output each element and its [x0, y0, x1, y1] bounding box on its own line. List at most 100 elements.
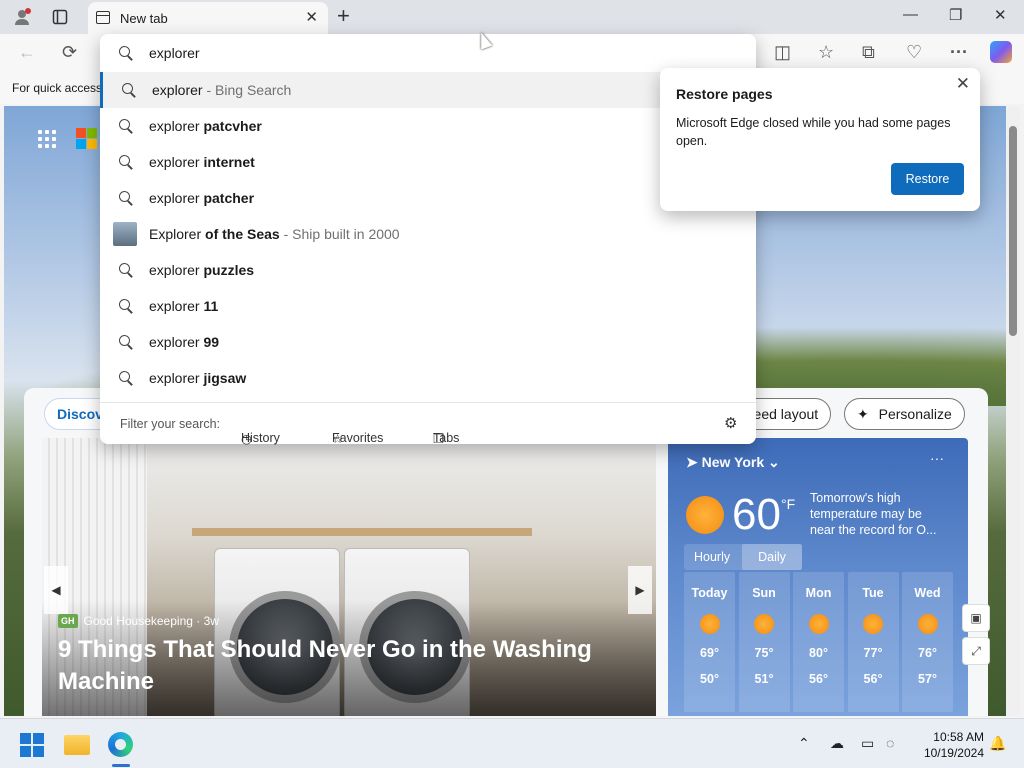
- restore-message: Microsoft Edge closed while you had some…: [676, 116, 951, 148]
- close-window-button[interactable]: ✕: [994, 6, 1007, 24]
- split-screen-icon[interactable]: ◫: [774, 42, 791, 63]
- filter-favorites-label: Favorites: [332, 431, 384, 445]
- suggestion-item[interactable]: explorer patcvher: [100, 108, 756, 144]
- weather-more-icon[interactable]: ···: [930, 450, 944, 466]
- temperature-unit[interactable]: °F: [781, 496, 795, 512]
- tab-hourly[interactable]: Hourly: [694, 550, 730, 564]
- day-name: Mon: [805, 586, 832, 600]
- search-filter-bar: Filter your search: ◷ History ☆ Favorite…: [100, 402, 756, 446]
- weather-city: New York: [701, 454, 765, 470]
- sunny-icon: [699, 614, 720, 634]
- carousel-prev-button[interactable]: ◀: [44, 566, 68, 614]
- suggestion-prefix: explorer: [149, 298, 204, 314]
- suggestion-prefix: explorer: [149, 334, 204, 350]
- tab-title: New tab: [120, 11, 168, 26]
- day-high: 77°: [863, 646, 883, 660]
- weather-alert[interactable]: Tomorrow's high temperature may be near …: [810, 490, 950, 538]
- sunny-icon: [754, 614, 774, 634]
- suggestion-prefix: Explorer: [149, 226, 206, 242]
- refresh-button[interactable]: ⟳: [62, 42, 77, 63]
- network-icon[interactable]: ▭: [861, 735, 874, 752]
- suggestion-prefix: explorer: [149, 190, 204, 206]
- suggestion-completion: 11: [203, 298, 219, 314]
- day-low: 51°: [754, 672, 774, 686]
- wallpaper-icon[interactable]: ▣: [962, 604, 990, 632]
- start-button[interactable]: [20, 733, 44, 757]
- suggestion-completion: 99: [203, 334, 220, 350]
- suggestion-item[interactable]: Explorer of the Seas - Ship built in 200…: [100, 216, 756, 252]
- volume-icon[interactable]: ◌: [886, 735, 894, 751]
- current-temperature: 60: [732, 490, 781, 539]
- suggestion-item[interactable]: explorer 11: [100, 288, 756, 324]
- sunny-icon: [808, 614, 829, 634]
- minimize-button[interactable]: —: [903, 6, 918, 23]
- onedrive-icon[interactable]: ☁: [830, 735, 844, 752]
- day-low: 56°: [809, 672, 828, 686]
- gear-icon[interactable]: ⚙: [724, 414, 737, 432]
- tab-new-tab[interactable]: New tab ✕: [88, 2, 328, 34]
- tab-daily[interactable]: Daily: [742, 544, 802, 570]
- forecast-day[interactable]: Sun 75° 51°: [738, 572, 790, 712]
- new-tab-button[interactable]: +: [337, 3, 350, 29]
- suggestion-completion: patcher: [203, 190, 255, 206]
- app-launcher-icon[interactable]: [38, 130, 58, 150]
- scrollbar-thumb[interactable]: [1009, 126, 1017, 336]
- restore-title: Restore pages: [676, 86, 773, 102]
- suggestion-item[interactable]: explorer internet: [100, 144, 756, 180]
- suggestion-item[interactable]: explorer - Bing Search: [100, 72, 756, 108]
- suggestion-item[interactable]: explorer 99: [100, 324, 756, 360]
- personalize-button[interactable]: ✦ Personalize: [844, 398, 965, 430]
- suggestion-text: explorer patcher: [149, 190, 254, 206]
- restore-button[interactable]: Restore: [891, 163, 964, 195]
- location-arrow-icon: ➤: [686, 454, 698, 470]
- suggestion-item[interactable]: explorer puzzles: [100, 252, 756, 288]
- restore-window-button[interactable]: ❐: [949, 6, 962, 24]
- weather-location[interactable]: ➤ New York ⌄: [686, 454, 780, 471]
- page-scrollbar[interactable]: [1006, 106, 1020, 716]
- shelf: [192, 528, 532, 536]
- search-icon: [119, 299, 133, 313]
- suggestion-item[interactable]: explorer jigsaw: [100, 360, 756, 396]
- copilot-icon[interactable]: [990, 41, 1012, 63]
- active-app-indicator: [112, 764, 130, 767]
- search-icon: [122, 83, 136, 97]
- search-icon: [119, 155, 133, 169]
- hero-article[interactable]: ◀ ▶ GH Good Housekeeping · 3w 9 Things T…: [42, 438, 656, 716]
- forecast-day[interactable]: Wed 76° 57°: [902, 572, 953, 712]
- address-bar[interactable]: explorer: [100, 34, 756, 72]
- close-icon[interactable]: ✕: [956, 74, 970, 94]
- favorites-star-icon[interactable]: ☆: [818, 42, 834, 63]
- restore-pages-dialog: Restore pages ✕ Microsoft Edge closed wh…: [660, 68, 980, 211]
- suggestion-prefix: explorer: [149, 118, 204, 134]
- chevron-up-icon[interactable]: ⌃: [798, 735, 810, 752]
- profile-icon[interactable]: [9, 5, 35, 29]
- clock-date: 10/19/2024: [923, 746, 984, 760]
- sunny-icon: [686, 496, 724, 534]
- forecast-day[interactable]: Mon 80° 56°: [793, 572, 844, 712]
- search-icon: [119, 119, 133, 133]
- carousel-next-button[interactable]: ▶: [628, 566, 652, 614]
- tab-actions-icon[interactable]: [47, 5, 73, 29]
- suggestion-text: explorer patcvher: [149, 118, 262, 134]
- article-headline[interactable]: 9 Things That Should Never Go in the Was…: [58, 634, 618, 698]
- expand-icon[interactable]: ⤢: [962, 637, 990, 665]
- collections-icon[interactable]: ⧉: [862, 42, 875, 63]
- edge-icon[interactable]: [108, 732, 133, 757]
- back-button[interactable]: ←: [18, 42, 36, 63]
- file-explorer-icon[interactable]: [64, 735, 90, 755]
- day-low: 56°: [863, 672, 883, 686]
- browser-essentials-icon[interactable]: ♡: [906, 42, 922, 63]
- forecast-day[interactable]: Tue 77° 56°: [847, 572, 899, 712]
- weather-card[interactable]: ➤ New York ⌄ ··· 60 °F Tomorrow's high t…: [668, 438, 968, 716]
- settings-more-icon[interactable]: ···: [950, 42, 968, 63]
- day-high: 76°: [918, 646, 937, 660]
- clock[interactable]: 10:58 AM 10/19/2024: [912, 729, 984, 761]
- close-tab-icon[interactable]: ✕: [305, 8, 318, 26]
- forecast-day[interactable]: Today 69° 50°: [684, 572, 735, 712]
- suggestion-completion: patcvher: [203, 118, 262, 134]
- address-input[interactable]: explorer: [149, 45, 200, 61]
- suggestion-text: explorer 99: [149, 334, 219, 350]
- chevron-down-icon: ⌄: [768, 454, 780, 470]
- suggestion-item[interactable]: explorer patcher: [100, 180, 756, 216]
- notification-bell-icon[interactable]: 🔔: [989, 735, 1006, 752]
